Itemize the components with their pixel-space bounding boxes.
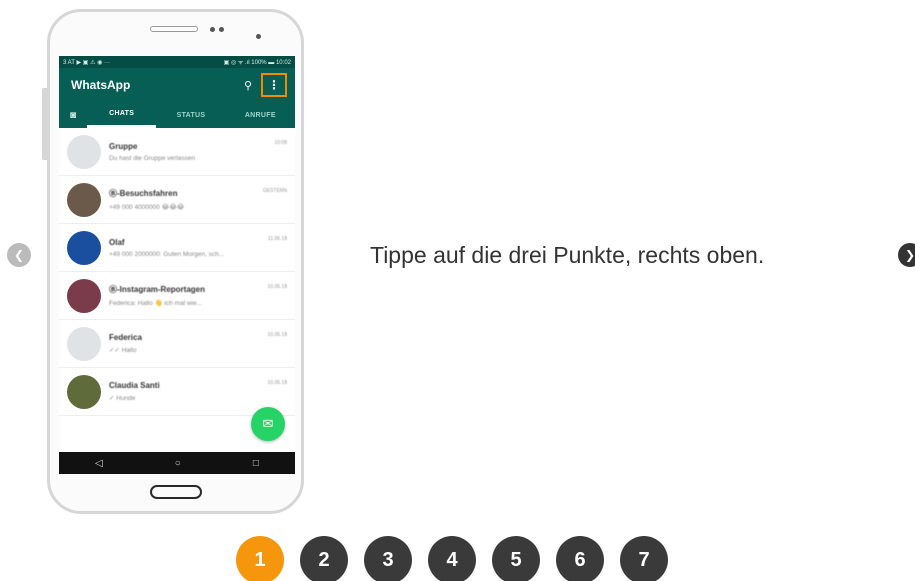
chat-time: 10:08 (274, 140, 287, 146)
message-icon: ✉ (262, 416, 274, 431)
statusbar-right: ▣ ◎ ᯤ .ıl 100% ▬ 10:02 (223, 60, 291, 66)
next-slide-button[interactable]: ❯ (898, 243, 915, 267)
chevron-right-icon: ❯ (904, 248, 915, 262)
chat-message: Federica: Hallo 👋 ich mal wie... (109, 300, 202, 307)
search-icon[interactable]: ⚲ (244, 79, 252, 92)
avatar (67, 230, 101, 265)
avatar (67, 134, 101, 169)
app-title: WhatsApp (71, 78, 131, 92)
home-icon[interactable]: ○ (175, 458, 181, 469)
page-dot-6[interactable]: 6 (556, 536, 604, 581)
tab-status[interactable]: STATUS (156, 102, 225, 128)
phone-speaker (150, 26, 198, 32)
phone-home-button (150, 485, 202, 499)
chat-name: Federica (109, 333, 142, 342)
prev-slide-button[interactable]: ❮ (7, 243, 31, 267)
chat-list-item[interactable]: Ⓑ-Instagram-Reportagen Federica: Hallo 👋… (59, 272, 295, 320)
avatar (67, 326, 101, 361)
chat-time: 10.06.18 (267, 332, 287, 338)
whatsapp-tabs: ◙ CHATS STATUS ANRUFE (59, 102, 295, 128)
phone-frame: 3 AT ▶ ▣ ⚠ ◉ ··· ▣ ◎ ᯤ .ıl 100% ▬ 10:02 … (47, 9, 304, 514)
chat-time: 10.06.18 (267, 380, 287, 386)
android-navbar: ◁ ○ □ (59, 452, 295, 474)
avatar (67, 278, 101, 313)
slide-pagination: 1 2 3 4 5 6 7 (236, 536, 668, 581)
chat-name: Ⓑ-Instagram-Reportagen (109, 285, 206, 294)
chat-name: Gruppe (109, 141, 138, 151)
chat-name: Olaf (109, 237, 125, 247)
phone-sensor-dot (210, 27, 215, 32)
menu-dots-button[interactable]: ⋮ (261, 73, 287, 97)
page-dot-1[interactable]: 1 (236, 536, 284, 581)
chat-message: ✓✓ Hallo (109, 347, 137, 354)
chat-name: Ⓑ-Besuchsfahren (109, 189, 178, 198)
tab-chats[interactable]: CHATS (87, 102, 157, 128)
chat-time: 10.06.18 (267, 284, 287, 290)
chat-list-item[interactable]: Ⓑ-Besuchsfahren +49 000 4000000 😂😂😂 GEST… (59, 176, 295, 224)
avatar (67, 182, 101, 217)
slide-instruction: Tippe auf die drei Punkte, rechts oben. (370, 242, 765, 268)
chat-time: GESTERN (262, 188, 287, 194)
chat-message: +49 000 2000000: Guten Morgen, sch... (109, 250, 225, 258)
page-dot-7[interactable]: 7 (620, 536, 668, 581)
page-dot-2[interactable]: 2 (300, 536, 348, 581)
phone-screen: 3 AT ▶ ▣ ⚠ ◉ ··· ▣ ◎ ᯤ .ıl 100% ▬ 10:02 … (59, 56, 295, 474)
android-statusbar: 3 AT ▶ ▣ ⚠ ◉ ··· ▣ ◎ ᯤ .ıl 100% ▬ 10:02 (59, 56, 295, 68)
phone-camera-dot (256, 34, 261, 39)
new-chat-fab[interactable]: ✉ (251, 407, 285, 441)
chat-list-item[interactable]: Olaf +49 000 2000000: Guten Morgen, sch.… (59, 224, 295, 272)
page-dot-5[interactable]: 5 (492, 536, 540, 581)
more-vert-icon: ⋮ (268, 78, 280, 92)
page-dot-4[interactable]: 4 (428, 536, 476, 581)
chat-list-item[interactable]: Federica ✓✓ Hallo 10.06.18 (59, 320, 295, 368)
chat-message: ✓ Hunde (109, 395, 136, 402)
camera-icon[interactable]: ◙ (59, 102, 87, 128)
chat-list-item[interactable]: Gruppe Du hast die Gruppe verlassen 10:0… (59, 128, 295, 176)
chat-name: Claudia Santi (109, 381, 160, 390)
statusbar-left: 3 AT ▶ ▣ ⚠ ◉ ··· (63, 59, 111, 66)
chevron-left-icon: ❮ (13, 248, 25, 262)
back-icon[interactable]: ◁ (95, 458, 103, 469)
recents-icon[interactable]: □ (253, 458, 259, 469)
tab-anrufe[interactable]: ANRUFE (226, 102, 295, 128)
page-dot-3[interactable]: 3 (364, 536, 412, 581)
whatsapp-appbar: WhatsApp ⚲ ⋮ (59, 68, 295, 102)
chat-message: Du hast die Gruppe verlassen (109, 154, 195, 162)
avatar (67, 374, 101, 409)
chat-message: +49 000 4000000 😂😂😂 (109, 204, 185, 211)
chat-list: Gruppe Du hast die Gruppe verlassen 10:0… (59, 128, 295, 416)
phone-sensor-dot (219, 27, 224, 32)
chat-time: 11.06.18 (267, 236, 287, 242)
